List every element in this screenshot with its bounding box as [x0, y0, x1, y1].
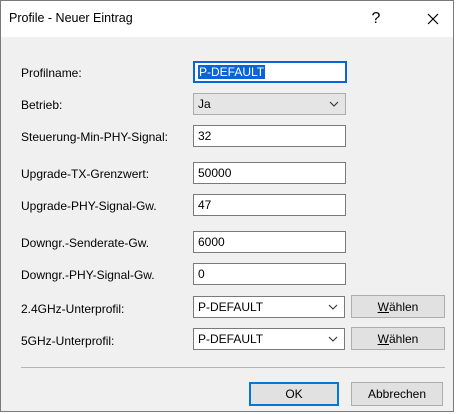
- downgr-phy-label: Downgr.-PHY-Signal-Gw.: [21, 268, 155, 282]
- profilname-input[interactable]: P-DEFAULT: [193, 61, 347, 83]
- downgr-senderate-input[interactable]: 6000: [193, 231, 346, 253]
- cancel-button[interactable]: Abbrechen: [351, 382, 443, 406]
- unterprofil-5-select[interactable]: P-DEFAULT: [193, 328, 345, 350]
- waehlen-24-button[interactable]: Wählen: [351, 295, 445, 318]
- unterprofil-24-select[interactable]: P-DEFAULT: [193, 296, 345, 318]
- waehlen-5-button[interactable]: Wählen: [351, 327, 445, 350]
- close-icon: [427, 13, 439, 25]
- profilname-value: P-DEFAULT: [198, 65, 266, 79]
- divider: [21, 367, 445, 368]
- steuerung-input[interactable]: 32: [193, 125, 346, 147]
- upgrade-tx-input[interactable]: 50000: [193, 162, 346, 184]
- profilname-label: Profilname:: [21, 66, 82, 80]
- chevron-down-icon: [328, 304, 338, 310]
- downgr-phy-input[interactable]: 0: [193, 263, 346, 285]
- unterprofil-5-label: 5GHz-Unterprofil:: [21, 334, 115, 348]
- unterprofil-5-value: P-DEFAULT: [198, 332, 264, 346]
- upgrade-phy-input[interactable]: 47: [193, 194, 346, 216]
- downgr-senderate-label: Downgr.-Senderate-Gw.: [21, 236, 150, 250]
- chevron-down-icon: [328, 336, 338, 342]
- unterprofil-24-value: P-DEFAULT: [198, 300, 264, 314]
- betrieb-select[interactable]: Ja: [193, 93, 346, 115]
- chevron-down-icon: [329, 101, 339, 107]
- waehlen-5-label: Wählen: [377, 331, 419, 346]
- steuerung-label: Steuerung-Min-PHY-Signal:: [21, 130, 168, 144]
- title-bar: Profile - Neuer Eintrag ?: [1, 1, 453, 37]
- close-button[interactable]: [415, 5, 451, 33]
- unterprofil-24-label: 2.4GHz-Unterprofil:: [21, 302, 125, 316]
- betrieb-label: Betrieb:: [21, 98, 63, 112]
- help-button[interactable]: ?: [361, 5, 391, 33]
- dialog-title: Profile - Neuer Eintrag: [9, 11, 133, 25]
- ok-button[interactable]: OK: [249, 382, 339, 406]
- profile-dialog: Profile - Neuer Eintrag ? Profilname: P-…: [0, 0, 454, 412]
- upgrade-phy-label: Upgrade-PHY-Signal-Gw.: [21, 199, 157, 213]
- waehlen-24-label: Wählen: [377, 299, 419, 314]
- upgrade-tx-label: Upgrade-TX-Grenzwert:: [21, 167, 150, 181]
- betrieb-value: Ja: [198, 97, 211, 111]
